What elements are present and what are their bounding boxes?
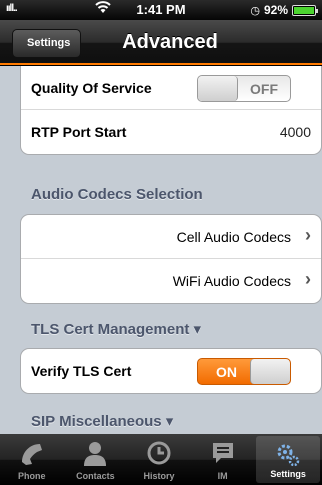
tab-label: Contacts: [76, 471, 115, 481]
wifi-audio-codecs-label: WiFi Audio Codecs: [172, 273, 291, 289]
rtp-port-label: RTP Port Start: [31, 124, 127, 140]
tls-cert-group: Verify TLS Cert ON: [20, 348, 322, 394]
battery-percent: 92%: [263, 3, 288, 17]
cell-audio-codecs-label: Cell Audio Codecs: [176, 229, 291, 245]
tab-settings[interactable]: Settings: [256, 436, 320, 483]
qos-label: Quality Of Service: [31, 80, 152, 96]
tab-label: Settings: [270, 469, 306, 479]
tab-im[interactable]: IM: [191, 434, 255, 485]
page-title: Advanced: [122, 31, 218, 53]
rtp-port-value: 4000: [279, 124, 311, 140]
chevron-right-icon: ›: [305, 269, 311, 289]
tab-phone[interactable]: Phone: [0, 434, 64, 485]
tls-cert-header[interactable]: TLS Cert Management ▾: [31, 320, 201, 338]
chevron-right-icon: ›: [305, 225, 311, 245]
verify-tls-label: Verify TLS Cert: [31, 363, 132, 379]
audio-codecs-group: Cell Audio Codecs › WiFi Audio Codecs ›: [20, 214, 322, 304]
verify-tls-toggle-state: ON: [216, 364, 237, 380]
status-bar: ııll.. 1:41 PM ◷ 92%: [0, 0, 322, 20]
nav-accent-line: [0, 63, 322, 65]
verify-tls-row: Verify TLS Cert ON: [21, 349, 321, 393]
im-icon: [191, 440, 255, 466]
alarm-icon: ◷: [250, 4, 260, 17]
tab-label: IM: [217, 471, 228, 481]
network-settings-group: Quality Of Service OFF RTP Port Start 40…: [20, 66, 322, 155]
history-icon: [127, 440, 191, 466]
tab-label: Phone: [18, 471, 46, 481]
phone-icon: [0, 440, 64, 466]
wifi-audio-codecs-row[interactable]: WiFi Audio Codecs ›: [21, 259, 321, 303]
toggle-knob: [198, 76, 238, 101]
toggle-knob: [250, 359, 290, 384]
tab-contacts[interactable]: Contacts: [64, 434, 128, 485]
cell-audio-codecs-row[interactable]: Cell Audio Codecs ›: [21, 215, 321, 259]
tab-bar: Phone Contacts History IM Settings: [0, 434, 322, 485]
navigation-bar: Settings Advanced: [0, 20, 322, 66]
sip-misc-header[interactable]: SIP Miscellaneous ▾: [31, 412, 173, 430]
verify-tls-toggle[interactable]: ON: [197, 358, 291, 385]
rtp-port-row[interactable]: RTP Port Start 4000: [21, 110, 321, 154]
settings-content[interactable]: Quality Of Service OFF RTP Port Start 40…: [0, 66, 322, 434]
tab-label: History: [143, 471, 175, 481]
contacts-icon: [64, 440, 128, 466]
audio-codecs-header: Audio Codecs Selection: [31, 186, 203, 203]
tab-history[interactable]: History: [127, 434, 191, 485]
qos-row: Quality Of Service OFF: [21, 66, 321, 110]
qos-toggle[interactable]: OFF: [197, 75, 291, 102]
settings-icon: [256, 442, 320, 468]
qos-toggle-state: OFF: [250, 81, 278, 97]
battery-icon: [292, 4, 318, 16]
